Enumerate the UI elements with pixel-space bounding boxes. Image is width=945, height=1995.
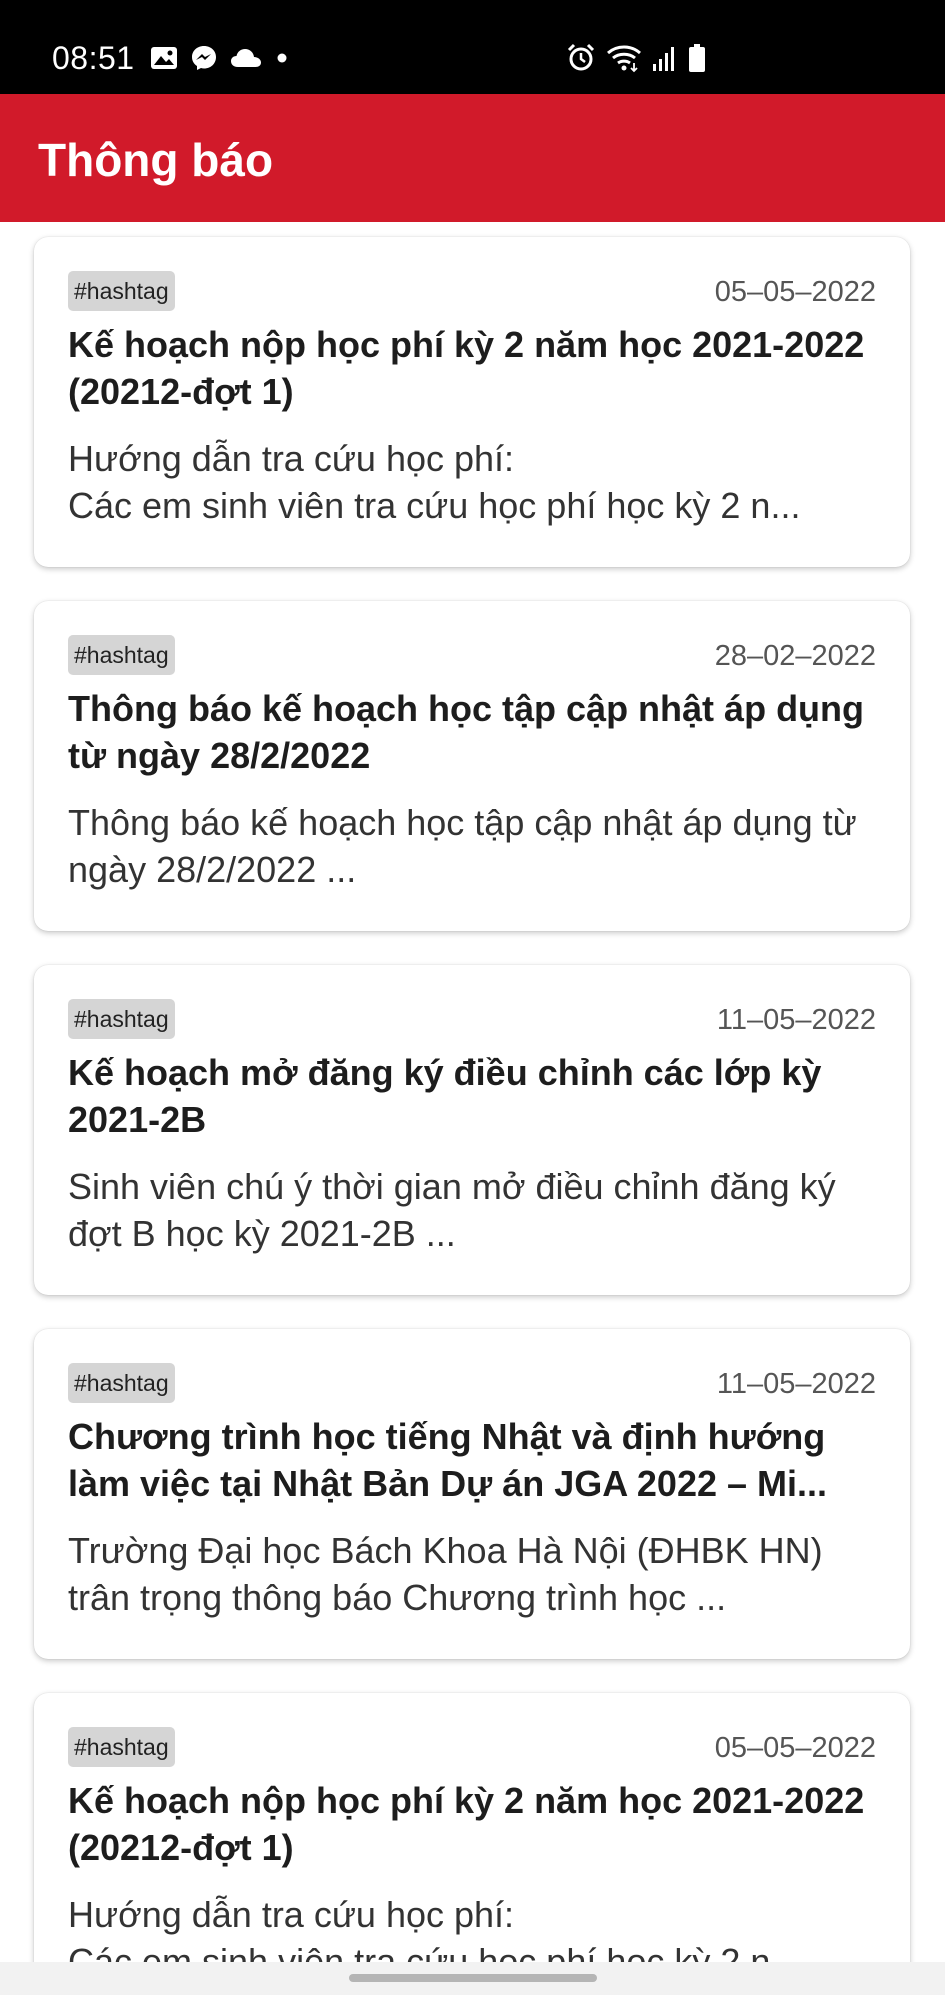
wifi-icon — [606, 43, 642, 73]
notification-list[interactable]: #hashtag 05–05–2022 Kế hoạch nộp học phí… — [0, 222, 945, 1962]
hashtag-badge: #hashtag — [68, 271, 175, 311]
notification-title: Kế hoạch nộp học phí kỳ 2 năm học 2021-2… — [68, 324, 865, 412]
status-notification-icons — [150, 42, 290, 74]
cloud-icon — [230, 47, 262, 69]
notification-description: Hướng dẫn tra cứu học phí: Các em sinh v… — [68, 438, 801, 526]
notification-card[interactable]: #hashtag 11–05–2022 Chương trình học tiế… — [34, 1329, 910, 1659]
notification-date: 05–05–2022 — [714, 1732, 876, 1764]
notification-description: Thông báo kế hoạch học tập cập nhật áp d… — [68, 802, 857, 890]
notification-card[interactable]: #hashtag 05–05–2022 Kế hoạch nộp học phí… — [34, 237, 910, 567]
notification-card[interactable]: #hashtag 28–02–2022 Thông báo kế hoạch h… — [34, 601, 910, 931]
notification-date: 11–05–2022 — [716, 1368, 876, 1400]
notification-date: 11–05–2022 — [716, 1004, 876, 1036]
notification-title: Thông báo kế hoạch học tập cập nhật áp d… — [68, 688, 865, 776]
hashtag-badge: #hashtag — [68, 1363, 175, 1403]
notification-title: Kế hoạch nộp học phí kỳ 2 năm học 2021-2… — [68, 1780, 865, 1868]
battery-icon — [688, 43, 706, 73]
notification-title: Kế hoạch mở đăng ký điều chỉnh các lớp k… — [68, 1052, 822, 1140]
hashtag-badge: #hashtag — [68, 999, 175, 1039]
status-system-icons — [566, 40, 706, 76]
notification-description: Hướng dẫn tra cứu học phí: Các em sinh v… — [68, 1894, 801, 1962]
notification-card[interactable]: #hashtag 11–05–2022 Kế hoạch mở đăng ký … — [34, 965, 910, 1295]
app-bar: Thông báo — [0, 94, 945, 222]
notification-title: Chương trình học tiếng Nhật và định hướn… — [68, 1416, 828, 1504]
home-indicator[interactable] — [349, 1974, 597, 1982]
notification-date: 28–02–2022 — [714, 640, 876, 672]
hashtag-badge: #hashtag — [68, 635, 175, 675]
notification-date: 05–05–2022 — [714, 276, 876, 308]
status-time: 08:51 — [52, 40, 135, 76]
messenger-icon — [190, 44, 218, 72]
dot-icon — [274, 50, 290, 66]
alarm-icon — [566, 43, 596, 73]
status-bar: 08:51 — [0, 0, 945, 94]
gallery-icon — [150, 45, 178, 71]
notification-description: Trường Đại học Bách Khoa Hà Nội (ĐHBK HN… — [68, 1530, 823, 1618]
notification-description: Sinh viên chú ý thời gian mở điều chỉnh … — [68, 1166, 836, 1254]
page-title: Thông báo — [38, 134, 274, 186]
hashtag-badge: #hashtag — [68, 1727, 175, 1767]
navigation-bar — [0, 1962, 945, 1995]
signal-icon — [652, 44, 678, 72]
notification-card[interactable]: #hashtag 05–05–2022 Kế hoạch nộp học phí… — [34, 1693, 910, 1962]
